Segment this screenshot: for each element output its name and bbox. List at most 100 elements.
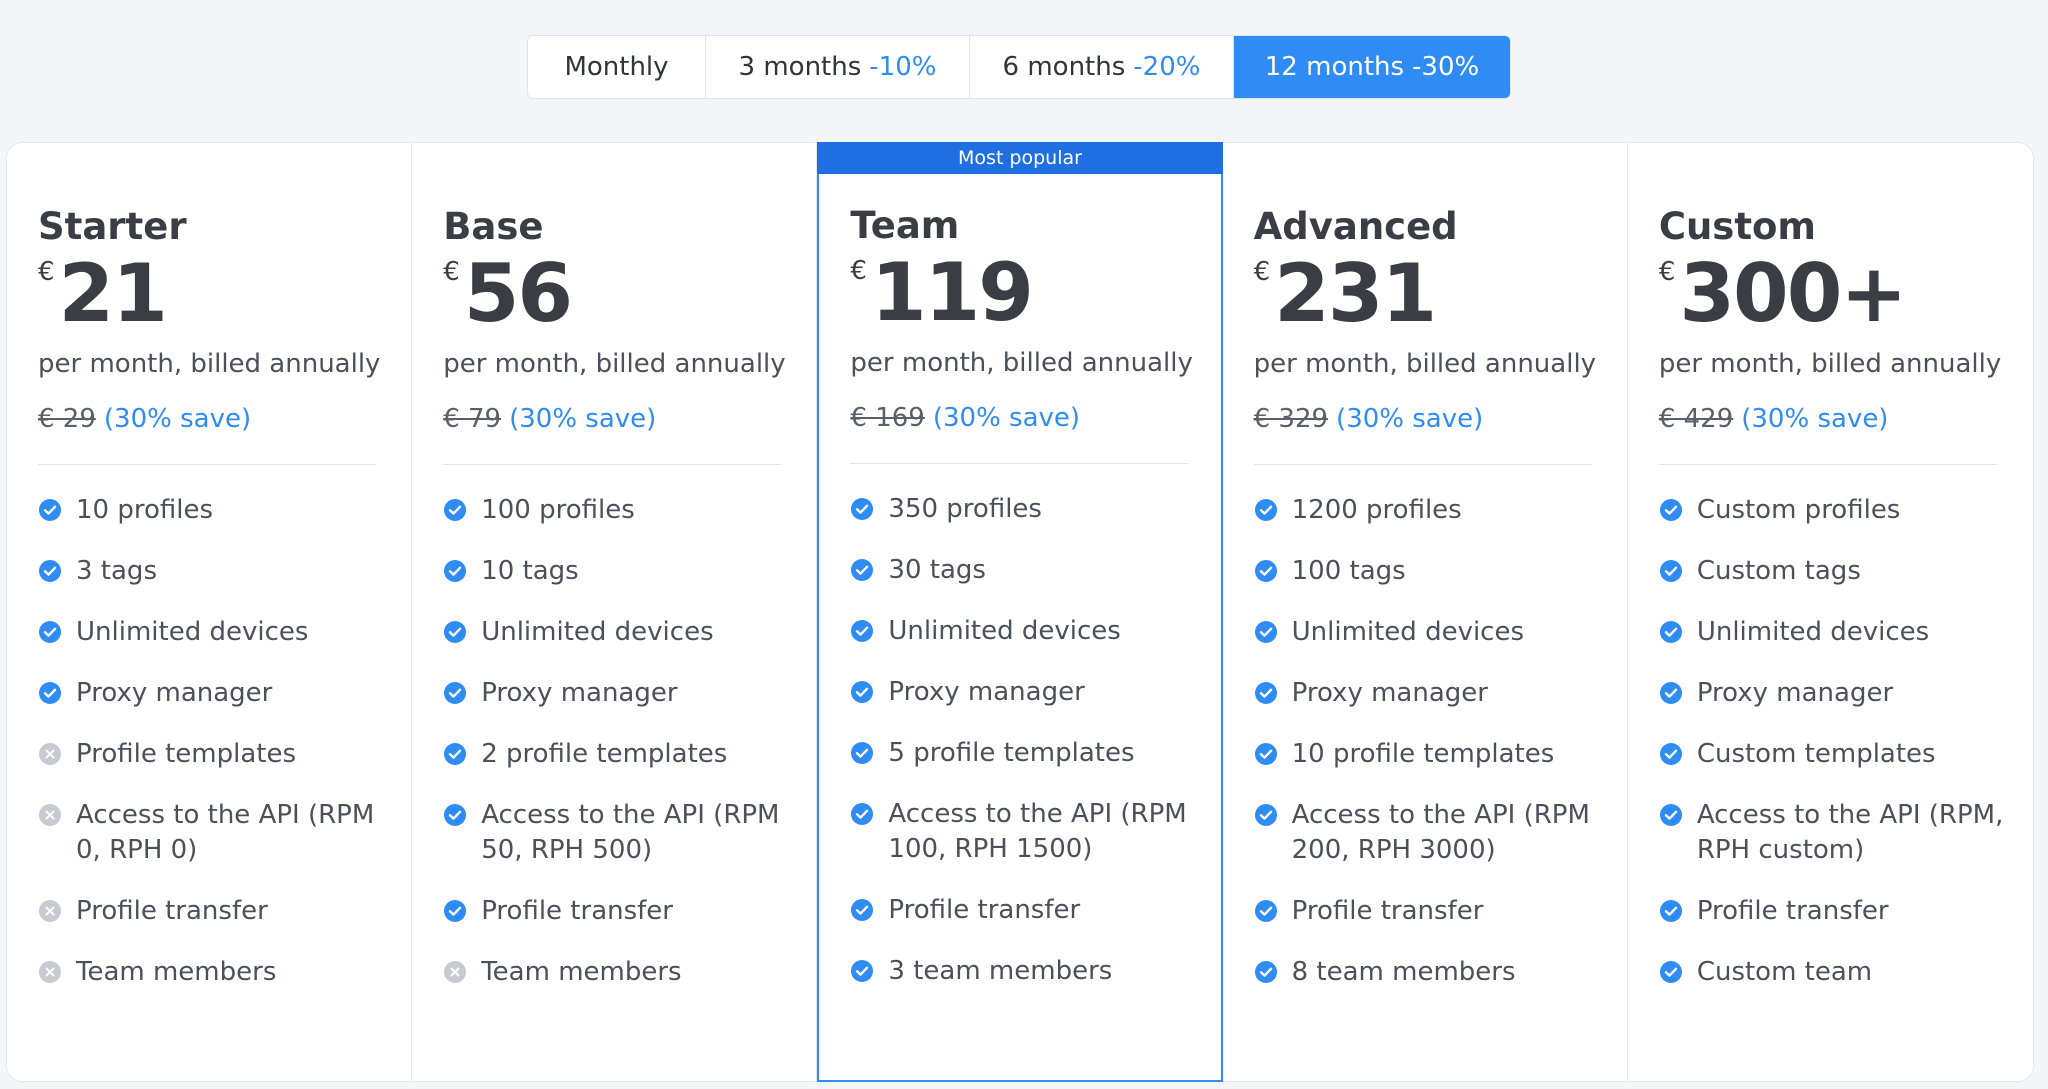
feature-text: 350 profiles bbox=[888, 494, 1042, 524]
feature-text: Access to the API (RPM 50, RPH 500) bbox=[481, 800, 780, 865]
check-circle-icon bbox=[1659, 743, 1682, 765]
check-circle-icon bbox=[39, 621, 61, 643]
feature-text: Profile templates bbox=[76, 739, 297, 769]
tab-3-months[interactable]: 3 months -10% bbox=[706, 36, 970, 98]
feature-list: 1200 profiles 100 tags Unlimited devices Pr… bbox=[1254, 493, 1627, 990]
feature-item: Team members bbox=[443, 955, 793, 990]
divider bbox=[443, 464, 782, 465]
plan-name: Team bbox=[850, 204, 960, 247]
feature-item: Unlimited devices bbox=[1659, 615, 2009, 650]
check-circle-icon bbox=[1254, 621, 1277, 643]
price-amount: 231 bbox=[1274, 247, 1437, 340]
tab-label: 3 months bbox=[738, 52, 862, 82]
feature-item: 100 tags bbox=[1254, 554, 1604, 589]
currency-symbol: € bbox=[1658, 257, 1676, 287]
tab-6-months[interactable]: 6 months -20% bbox=[970, 36, 1234, 98]
feature-text: 5 profile templates bbox=[888, 738, 1135, 768]
feature-item: Profile transfer bbox=[443, 894, 793, 929]
check-circle-icon bbox=[444, 900, 467, 922]
feature-text: Access to the API (RPM 100, RPH 1500) bbox=[888, 799, 1187, 864]
feature-item: Unlimited devices bbox=[1254, 615, 1604, 650]
check-circle-icon bbox=[1254, 961, 1277, 983]
check-circle-icon bbox=[1254, 743, 1277, 765]
feature-text: Unlimited devices bbox=[481, 617, 714, 647]
save-note: (30% save) bbox=[932, 403, 1081, 433]
tab-discount: -30% bbox=[1412, 52, 1480, 82]
feature-item: Proxy manager bbox=[850, 675, 1200, 710]
feature-text: 10 tags bbox=[481, 556, 579, 586]
billing-period-tabs: Monthly 3 months -10% 6 months -20% 12 m… bbox=[527, 35, 1511, 99]
original-price: € 169 bbox=[850, 403, 925, 433]
feature-text: Unlimited devices bbox=[1291, 617, 1525, 647]
feature-item: 3 tags bbox=[38, 554, 388, 589]
tab-monthly[interactable]: Monthly bbox=[528, 36, 706, 98]
pricing-plans: Starter € 21 per month, billed annually … bbox=[6, 142, 2034, 1082]
feature-item: Access to the API (RPM 200, RPH 3000) bbox=[1254, 798, 1604, 868]
check-circle-icon bbox=[851, 742, 874, 764]
price-amount: 300+ bbox=[1679, 247, 1907, 340]
save-note: (30% save) bbox=[1336, 404, 1484, 434]
tab-discount: -10% bbox=[869, 52, 937, 82]
feature-item: Custom team bbox=[1659, 955, 2009, 990]
check-circle-icon bbox=[1659, 682, 1682, 704]
most-popular-badge: Most popular bbox=[817, 142, 1223, 174]
price-amount: 119 bbox=[870, 246, 1034, 339]
feature-item: 10 profile templates bbox=[1254, 737, 1604, 772]
feature-text: Proxy manager bbox=[481, 678, 678, 708]
feature-list: 10 profiles 3 tags Unlimited devices Proxy … bbox=[38, 493, 411, 990]
check-circle-icon bbox=[444, 499, 467, 521]
check-circle-icon bbox=[851, 498, 874, 520]
feature-item: Unlimited devices bbox=[443, 615, 793, 650]
price-amount: 21 bbox=[58, 247, 168, 340]
feature-item: Profile transfer bbox=[850, 893, 1200, 928]
feature-item: Profile templates bbox=[38, 737, 388, 772]
feature-item: Proxy manager bbox=[38, 676, 388, 711]
check-circle-icon bbox=[1254, 804, 1277, 826]
x-circle-icon bbox=[39, 804, 61, 826]
plan-name: Advanced bbox=[1253, 205, 1458, 248]
plan-name: Custom bbox=[1658, 205, 1816, 248]
check-circle-icon bbox=[1254, 499, 1277, 521]
currency-symbol: € bbox=[850, 256, 867, 286]
check-circle-icon bbox=[1659, 900, 1682, 922]
feature-item: Team members bbox=[38, 955, 388, 990]
x-circle-icon bbox=[39, 900, 61, 922]
plan-card-advanced: Advanced € 231 per month, billed annuall… bbox=[1223, 143, 1628, 1081]
tab-label: Monthly bbox=[564, 52, 669, 82]
feature-text: Unlimited devices bbox=[76, 617, 309, 647]
feature-text: 10 profiles bbox=[76, 495, 214, 525]
feature-text: Team members bbox=[481, 957, 682, 987]
feature-text: Profile transfer bbox=[76, 896, 268, 926]
check-circle-icon bbox=[851, 681, 874, 703]
check-circle-icon bbox=[39, 499, 61, 521]
tab-12-months[interactable]: 12 months -30% bbox=[1234, 36, 1510, 98]
feature-text: Team members bbox=[76, 957, 277, 987]
feature-text: Proxy manager bbox=[76, 678, 273, 708]
original-price-row: € 429 (30% save) bbox=[1659, 402, 2033, 436]
feature-text: Custom tags bbox=[1696, 556, 1861, 586]
feature-item: 3 team members bbox=[850, 954, 1200, 989]
feature-item: Custom templates bbox=[1659, 737, 2009, 772]
feature-text: Custom team bbox=[1696, 957, 1873, 987]
feature-text: 10 profile templates bbox=[1291, 739, 1555, 769]
feature-item: 5 profile templates bbox=[850, 736, 1200, 771]
billing-note: per month, billed annually bbox=[38, 349, 381, 379]
feature-item: 1200 profiles bbox=[1254, 493, 1604, 528]
feature-item: 10 tags bbox=[443, 554, 793, 589]
feature-item: Unlimited devices bbox=[38, 615, 388, 650]
original-price: € 429 bbox=[1658, 404, 1734, 434]
tab-label: 6 months bbox=[1002, 52, 1126, 82]
price: € 56 bbox=[443, 251, 816, 337]
feature-item: 2 profile templates bbox=[443, 737, 793, 772]
feature-text: 100 tags bbox=[1291, 556, 1406, 586]
original-price: € 79 bbox=[443, 404, 502, 434]
feature-item: Profile transfer bbox=[1659, 894, 2009, 929]
feature-item: 350 profiles bbox=[850, 492, 1200, 527]
billing-note: per month, billed annually bbox=[443, 349, 786, 379]
plan-card-base: Base € 56 per month, billed annually € 7… bbox=[412, 143, 818, 1081]
feature-item: Profile transfer bbox=[38, 894, 388, 929]
check-circle-icon bbox=[851, 559, 874, 581]
check-circle-icon bbox=[851, 803, 874, 825]
feature-text: Profile transfer bbox=[1291, 896, 1484, 926]
x-circle-icon bbox=[444, 961, 467, 983]
